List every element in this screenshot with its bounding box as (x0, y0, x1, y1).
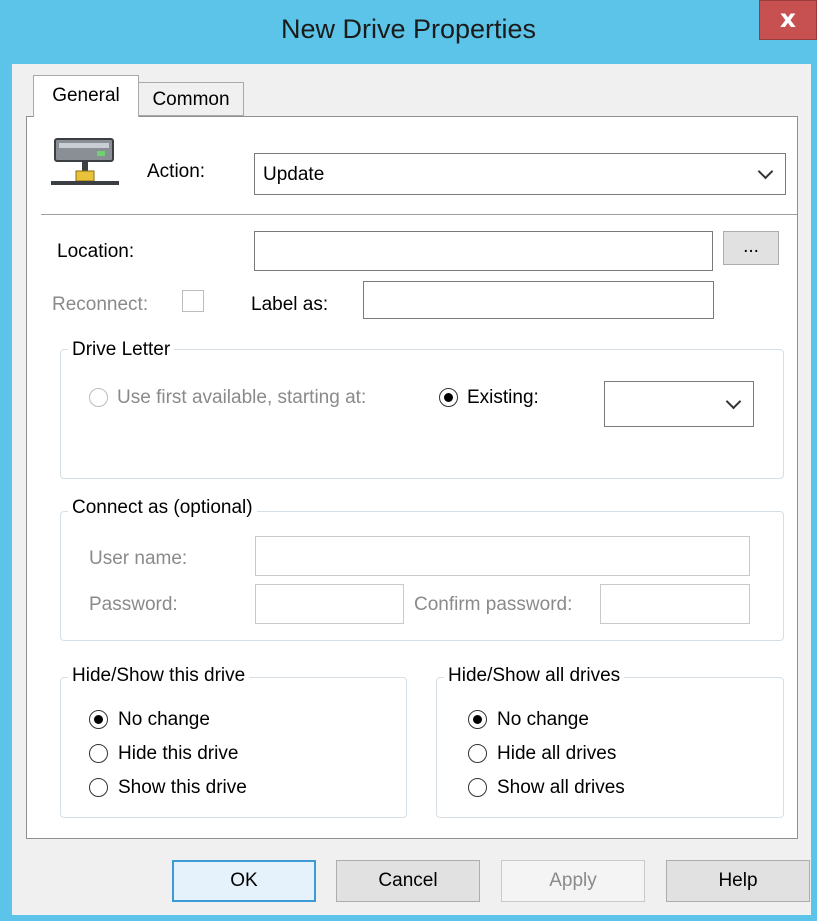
label-as-label: Label as: (251, 294, 329, 315)
existing-radio[interactable] (439, 388, 458, 407)
reconnect-checkbox[interactable] (182, 290, 204, 312)
drive-letter-title: Drive Letter (68, 339, 175, 361)
browse-button[interactable]: ... (723, 231, 779, 265)
radio-dot (473, 715, 482, 724)
confirm-password-input[interactable] (600, 584, 750, 624)
ok-label: OK (230, 870, 258, 891)
help-label: Help (718, 870, 758, 891)
browse-label: ... (743, 236, 759, 257)
apply-button[interactable]: Apply (501, 860, 645, 902)
no-change-this-radio[interactable] (89, 710, 108, 729)
cancel-button[interactable]: Cancel (336, 860, 480, 902)
header-divider (41, 214, 797, 215)
show-this-drive-radio[interactable] (89, 778, 108, 797)
hide-show-this-drive-title: Hide/Show this drive (68, 665, 250, 687)
show-all-drives-radio[interactable] (468, 778, 487, 797)
hide-this-drive-radio[interactable] (89, 744, 108, 763)
existing-drive-combobox[interactable] (604, 381, 754, 427)
tab-label: General (52, 85, 120, 106)
tab-label: Common (152, 89, 230, 110)
show-all-drives-label: Show all drives (497, 777, 625, 798)
no-change-this-label: No change (118, 709, 210, 730)
use-first-available-label: Use first available, starting at: (117, 387, 367, 408)
tab-common[interactable]: Common (138, 82, 244, 116)
password-input[interactable] (255, 584, 404, 624)
no-change-all-label: No change (497, 709, 589, 730)
confirm-password-label: Confirm password: (414, 594, 573, 615)
action-label: Action: (147, 161, 206, 182)
location-input[interactable] (254, 231, 713, 271)
title-bar[interactable]: New Drive Properties x (0, 0, 817, 64)
close-icon: x (779, 4, 797, 33)
location-label: Location: (57, 241, 135, 262)
hide-all-drives-radio[interactable] (468, 744, 487, 763)
use-first-available-radio[interactable] (89, 388, 108, 407)
radio-dot (444, 393, 453, 402)
hide-all-drives-label: Hide all drives (497, 743, 617, 764)
network-drive-icon (51, 138, 119, 185)
chevron-down-icon (725, 393, 742, 410)
reconnect-label: Reconnect: (52, 294, 149, 315)
label-as-input[interactable] (363, 281, 714, 319)
ok-button[interactable]: OK (172, 860, 316, 902)
apply-label: Apply (549, 870, 597, 891)
hide-show-all-drives-title: Hide/Show all drives (444, 665, 625, 687)
help-button[interactable]: Help (666, 860, 810, 902)
tab-general[interactable]: General (33, 75, 139, 117)
chevron-down-icon (757, 163, 774, 180)
radio-dot (94, 715, 103, 724)
cancel-label: Cancel (378, 870, 438, 891)
password-label: Password: (89, 594, 178, 615)
username-input[interactable] (255, 536, 750, 576)
action-combobox[interactable]: Update (254, 153, 786, 195)
hide-this-drive-label: Hide this drive (118, 743, 239, 764)
connect-as-title: Connect as (optional) (68, 497, 257, 519)
show-this-drive-label: Show this drive (118, 777, 247, 798)
action-value: Update (263, 164, 325, 185)
no-change-all-radio[interactable] (468, 710, 487, 729)
username-label: User name: (89, 548, 188, 569)
window-title: New Drive Properties (280, 14, 537, 44)
close-button[interactable]: x (759, 0, 817, 40)
dialog-window: New Drive Properties x Common General Ac… (0, 0, 817, 921)
existing-label: Existing: (467, 387, 539, 408)
tab-panel-general: Action: Update Location: ... Reconnect: … (26, 116, 798, 839)
